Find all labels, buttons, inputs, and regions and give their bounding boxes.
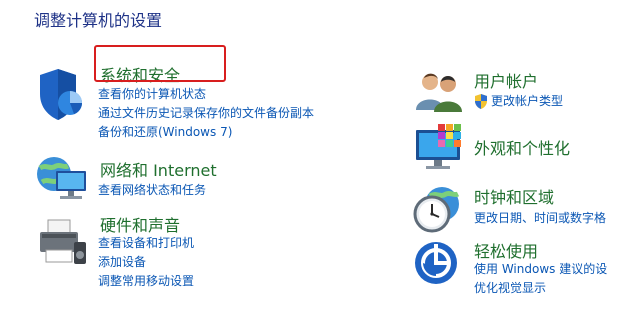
- clock-globe-icon: [412, 184, 462, 236]
- uac-shield-icon: [474, 94, 488, 109]
- change-date-time-link[interactable]: 更改日期、时间或数字格: [474, 209, 606, 228]
- view-network-status-link[interactable]: 查看网络状态和任务: [98, 181, 206, 200]
- printer-speaker-icon: [34, 218, 90, 268]
- windows-recommended-settings-link[interactable]: 使用 Windows 建议的设: [474, 260, 607, 279]
- add-device-link[interactable]: 添加设备: [98, 253, 194, 272]
- ease-of-access-icon: [412, 238, 460, 288]
- users-icon: [414, 70, 464, 112]
- view-computer-status-link[interactable]: 查看你的计算机状态: [98, 85, 314, 104]
- clock-region-link[interactable]: 时钟和区域: [474, 184, 554, 208]
- mobility-settings-link[interactable]: 调整常用移动设置: [98, 272, 194, 291]
- hardware-sound-link[interactable]: 硬件和声音: [100, 212, 180, 236]
- display-palette-icon: [414, 124, 466, 174]
- network-globe-icon: [34, 154, 90, 204]
- page-title: 调整计算机的设置: [34, 11, 163, 30]
- ease-of-access-link[interactable]: 轻松使用: [474, 238, 538, 262]
- highlight-annotation: [94, 45, 226, 82]
- backup-restore-link[interactable]: 备份和还原(Windows 7): [98, 123, 314, 142]
- change-account-type-link[interactable]: 更改帐户类型: [491, 92, 563, 111]
- appearance-personalization-link[interactable]: 外观和个性化: [474, 135, 570, 159]
- user-accounts-link[interactable]: 用户帐户: [474, 68, 538, 92]
- network-internet-link[interactable]: 网络和 Internet: [100, 157, 217, 181]
- view-devices-printers-link[interactable]: 查看设备和打印机: [98, 234, 194, 253]
- optimize-visual-display-link[interactable]: 优化视觉显示: [474, 279, 607, 298]
- file-history-backup-link[interactable]: 通过文件历史记录保存你的文件备份副本: [98, 104, 314, 123]
- security-shield-icon: [36, 66, 86, 122]
